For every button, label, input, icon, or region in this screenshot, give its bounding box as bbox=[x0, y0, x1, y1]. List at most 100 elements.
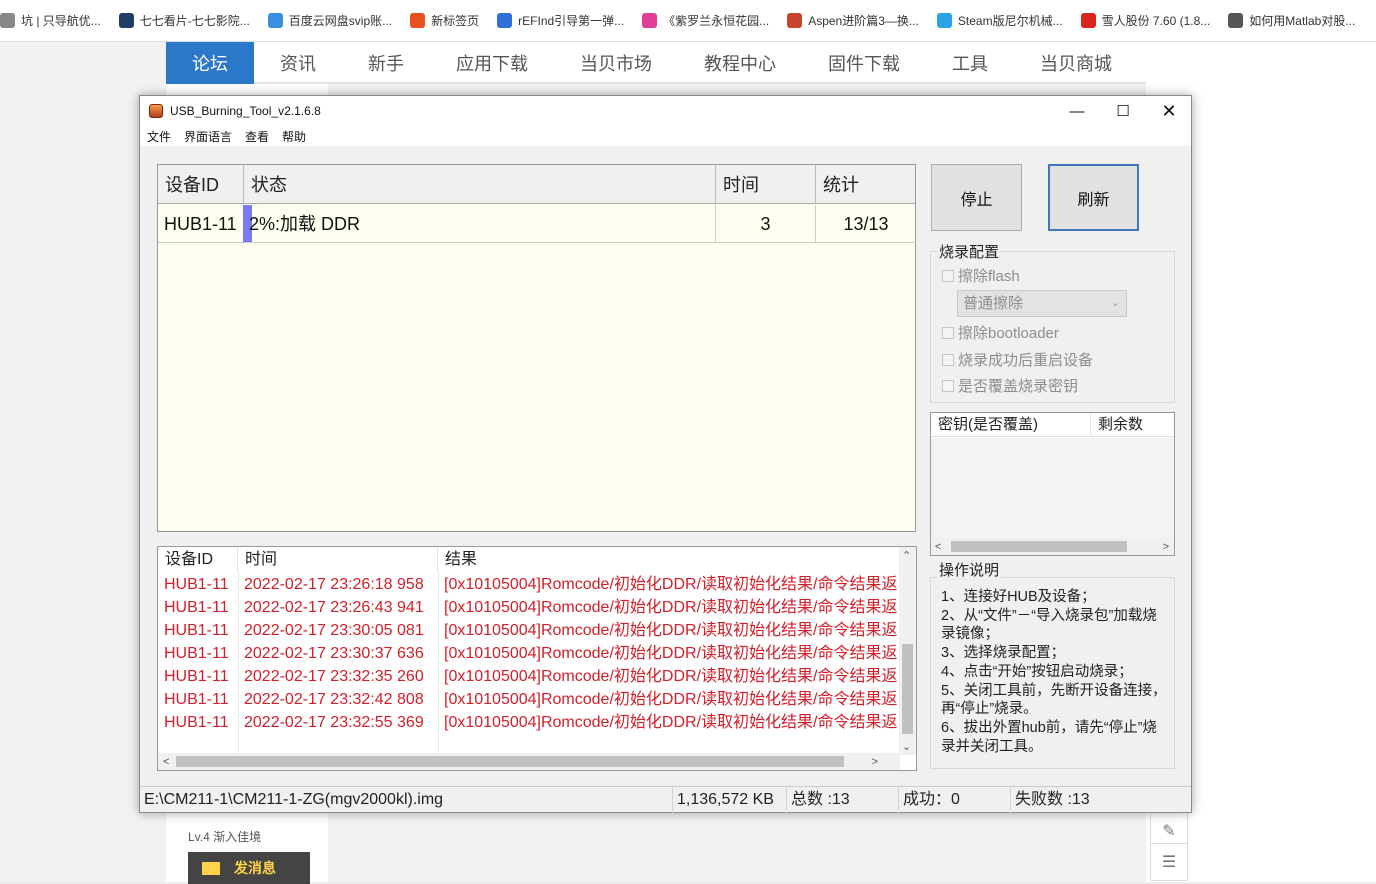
col-key[interactable]: 密钥(是否覆盖) bbox=[931, 413, 1091, 437]
checkbox-box bbox=[942, 269, 954, 282]
log-row[interactable]: HUB1-11 2022-02-17 23:32:55 369 [0x1010500… bbox=[158, 711, 900, 734]
checkbox-box bbox=[942, 326, 954, 339]
bookmark-item[interactable]: 七七看片-七七影院... bbox=[118, 12, 250, 29]
col-remaining[interactable]: 剩余数 bbox=[1091, 413, 1174, 437]
col-device-id[interactable]: 设备ID bbox=[158, 165, 244, 203]
status-total: 总数 :13 bbox=[786, 787, 898, 813]
user-level: Lv.4 渐入佳境 bbox=[188, 830, 262, 844]
scroll-left-icon[interactable]: < bbox=[163, 756, 169, 768]
menu-language[interactable]: 界面语言 bbox=[184, 128, 232, 145]
status-success: 成功：0 bbox=[898, 787, 1010, 813]
bookmark-item[interactable]: 雪人股份 7.60 (1.8... bbox=[1080, 12, 1210, 29]
log-horizontal-scrollbar[interactable]: < > bbox=[158, 753, 900, 770]
jian-icon bbox=[787, 13, 803, 28]
bookmark-item[interactable]: Steam版尼尔机械... bbox=[936, 12, 1063, 29]
app-icon bbox=[149, 104, 163, 118]
bookmark-item[interactable]: rEFInd引导第一弹... bbox=[497, 12, 624, 29]
status-fail: 失败数 :13 bbox=[1010, 787, 1191, 813]
log-row[interactable]: HUB1-11 2022-02-17 23:26:18 958 [0x1010500… bbox=[158, 573, 900, 596]
scrollbar-thumb[interactable] bbox=[951, 541, 1127, 552]
log-time-cell: 2022-02-17 23:26:43 941 bbox=[244, 599, 424, 616]
scroll-right-icon[interactable]: > bbox=[872, 756, 878, 768]
overwrite-key-checkbox[interactable]: 是否覆盖烧录密钥 bbox=[942, 375, 1078, 396]
close-button[interactable]: ✕ bbox=[1146, 96, 1192, 126]
log-row[interactable]: HUB1-11 2022-02-17 23:30:37 636 [0x1010500… bbox=[158, 642, 900, 665]
bookmark-item[interactable]: Aspen进阶篇3—换... bbox=[787, 12, 919, 29]
instruction-line: 6、拔出外置hub前，请先“停止”烧录并关闭工具。 bbox=[941, 719, 1157, 755]
log-time-cell: 2022-02-17 23:32:42 808 bbox=[244, 691, 424, 708]
minimize-button[interactable]: — bbox=[1054, 96, 1100, 126]
tv-icon bbox=[936, 13, 952, 28]
instruction-line: 4、点击“开始”按钮启动烧录； bbox=[941, 663, 1133, 680]
log-vertical-scrollbar[interactable]: ⌃ ⌄ bbox=[899, 547, 916, 755]
erase-flash-checkbox[interactable]: 擦除flash bbox=[942, 265, 1020, 286]
log-result-cell: [0x10105004]Romcode/初始化DDR/读取初始化结果/命令结果返 bbox=[444, 622, 898, 639]
site-nav-item[interactable]: 教程中心 bbox=[678, 42, 802, 84]
bookmark-label: 七七看片-七七影院... bbox=[139, 14, 250, 28]
log-row[interactable]: HUB1-11 2022-02-17 23:26:43 941 [0x1010500… bbox=[158, 596, 900, 619]
log-row[interactable]: HUB1-11 2022-02-17 23:32:42 808 [0x1010500… bbox=[158, 688, 900, 711]
bookmark-label: 新标签页 bbox=[431, 14, 480, 28]
log-row[interactable]: HUB1-11 2022-02-17 23:32:35 260 [0x1010500… bbox=[158, 665, 900, 688]
reboot-after-checkbox[interactable]: 烧录成功后重启设备 bbox=[942, 349, 1093, 370]
site-nav-item[interactable]: 工具 bbox=[926, 42, 1014, 84]
erase-mode-select[interactable]: 普通擦除 ⌄ bbox=[957, 290, 1127, 317]
site-nav-item[interactable]: 新手 bbox=[342, 42, 430, 84]
erase-flash-label: 擦除flash bbox=[958, 268, 1020, 285]
stop-button[interactable]: 停止 bbox=[931, 164, 1022, 231]
usb-burning-tool-window: USB_Burning_Tool_v2.1.6.8 — ☐ ✕ 文件 界面语言 … bbox=[139, 95, 1192, 813]
paw-icon bbox=[497, 13, 513, 28]
scrollbar-thumb[interactable] bbox=[176, 756, 844, 767]
col-log-time[interactable]: 时间 bbox=[238, 547, 438, 573]
bookmark-label: 百度云网盘svip账... bbox=[288, 14, 393, 28]
site-nav-item[interactable]: 固件下载 bbox=[802, 42, 926, 84]
log-result-cell: [0x10105004]Romcode/初始化DDR/读取初始化结果/命令结果返 bbox=[444, 576, 898, 593]
col-stats[interactable]: 统计 bbox=[816, 165, 916, 203]
col-log-device[interactable]: 设备ID bbox=[158, 547, 238, 573]
col-status[interactable]: 状态 bbox=[244, 165, 716, 203]
bookmark-item[interactable]: 百度云网盘svip账... bbox=[267, 12, 393, 29]
site-nav-item[interactable]: 当贝市场 bbox=[554, 42, 678, 84]
refresh-button[interactable]: 刷新 bbox=[1048, 164, 1139, 231]
overwrite-key-label: 是否覆盖烧录密钥 bbox=[958, 378, 1079, 395]
status-bar: E:\CM211-1\CM211-1-ZG(mgv2000kl).img 1,1… bbox=[140, 786, 1191, 813]
status-file-size: 1,136,572 KB bbox=[672, 787, 786, 813]
site-nav-item[interactable]: 应用下载 bbox=[430, 42, 554, 84]
key-list-body bbox=[931, 438, 1174, 539]
scroll-down-icon[interactable]: ⌄ bbox=[902, 740, 911, 753]
menu-file[interactable]: 文件 bbox=[147, 128, 171, 145]
log-row[interactable]: HUB1-11 2022-02-17 23:30:05 081 [0x1010500… bbox=[158, 619, 900, 642]
key-list-scrollbar[interactable]: < > bbox=[931, 538, 1174, 555]
menu-help[interactable]: 帮助 bbox=[282, 128, 306, 145]
key-list[interactable]: 密钥(是否覆盖) 剩余数 < > bbox=[930, 412, 1175, 556]
bookmark-item[interactable]: 如何用Matlab对股... bbox=[1228, 12, 1355, 29]
log-device-cell: HUB1-11 bbox=[164, 576, 229, 593]
site-nav-item[interactable]: 当贝商城 bbox=[1014, 42, 1138, 84]
scrollbar-thumb[interactable] bbox=[902, 644, 913, 734]
log-device-cell: HUB1-11 bbox=[164, 668, 229, 685]
list-icon[interactable]: ☰ bbox=[1150, 843, 1188, 881]
site-nav-item[interactable]: 资讯 bbox=[254, 42, 342, 84]
device-row[interactable]: HUB1-11 2%:加载 DDR 3 13/13 bbox=[158, 205, 916, 243]
scroll-left-icon[interactable]: < bbox=[935, 541, 941, 553]
menu-view[interactable]: 查看 bbox=[245, 128, 269, 145]
site-nav: 论坛 资讯 新手 应用下载 当贝市场 教程中心 固件下载 工具 当贝商城 bbox=[166, 42, 1146, 84]
log-time-cell: 2022-02-17 23:30:37 636 bbox=[244, 645, 424, 662]
reboot-after-label: 烧录成功后重启设备 bbox=[958, 352, 1094, 369]
bookmark-item[interactable]: 坑 | 只导航优... bbox=[0, 12, 101, 29]
scroll-right-icon[interactable]: > bbox=[1163, 541, 1169, 553]
erase-bootloader-checkbox[interactable]: 擦除bootloader bbox=[942, 322, 1059, 343]
erase-mode-value: 普通擦除 bbox=[963, 295, 1024, 312]
log-device-cell: HUB1-11 bbox=[164, 691, 229, 708]
log-list[interactable]: 设备ID 时间 结果 HUB1-11 2022-02-17 23:26:18 95… bbox=[157, 546, 917, 771]
col-time[interactable]: 时间 bbox=[716, 165, 816, 203]
maximize-button[interactable]: ☐ bbox=[1100, 96, 1146, 126]
log-result-cell: [0x10105004]Romcode/初始化DDR/读取初始化结果/命令结果返 bbox=[444, 714, 898, 731]
site-nav-item[interactable]: 论坛 bbox=[166, 42, 254, 84]
col-log-result[interactable]: 结果 bbox=[438, 547, 900, 573]
send-message-button[interactable]: 发消息 bbox=[188, 852, 310, 884]
bookmark-item[interactable]: 新标签页 bbox=[410, 12, 479, 29]
scroll-up-icon[interactable]: ⌃ bbox=[902, 549, 911, 562]
bookmark-item[interactable]: 《紫罗兰永恒花园... bbox=[642, 12, 769, 29]
device-list[interactable]: 设备ID 状态 时间 统计 HUB1-11 2%:加载 DDR 3 13/13 bbox=[157, 164, 916, 532]
